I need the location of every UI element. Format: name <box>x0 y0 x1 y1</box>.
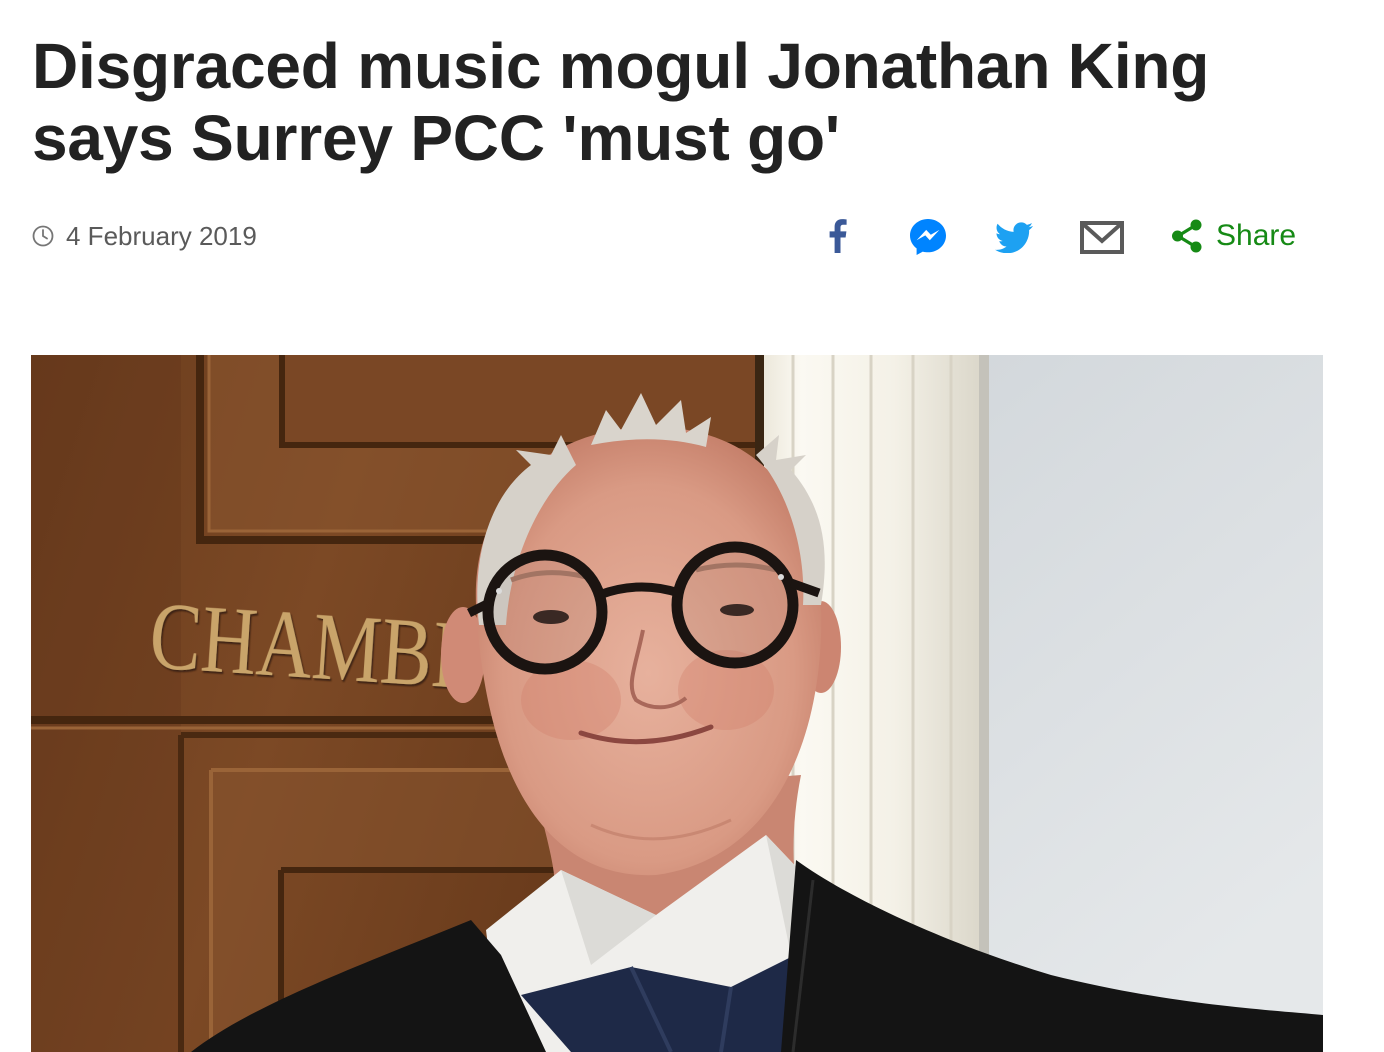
clock-icon <box>32 225 54 247</box>
messenger-icon <box>910 219 946 255</box>
share-icon-node <box>1172 230 1183 242</box>
right-lens <box>671 541 799 669</box>
share-messenger-button[interactable] <box>909 218 947 256</box>
headline: Disgraced music mogul Jonathan King says… <box>32 30 1210 174</box>
share-icon-node <box>1190 219 1202 231</box>
share-twitter-button[interactable] <box>995 221 1033 253</box>
email-icon <box>1080 221 1124 254</box>
facebook-icon <box>829 219 847 253</box>
share-icon-node <box>1190 241 1202 253</box>
wall-surface <box>987 355 1323 1052</box>
door-sign-text: CHAMBE <box>147 581 483 710</box>
share-icon <box>1172 219 1202 253</box>
article-photo: CHAMBE <box>31 355 1323 1052</box>
wall <box>979 355 1323 1052</box>
share-label: Share <box>1216 219 1297 252</box>
envelope-flap <box>1081 222 1123 244</box>
glasses-rivet <box>778 574 784 580</box>
left-lens <box>482 549 608 675</box>
photo-canvas: CHAMBE <box>31 355 1323 1052</box>
share-email-button[interactable] <box>1080 221 1124 254</box>
twitter-icon <box>995 222 1033 253</box>
publish-date: 4 February 2019 <box>66 221 257 251</box>
facebook-glyph <box>829 219 847 253</box>
clock-hands <box>42 229 48 240</box>
twitter-bird <box>995 222 1033 253</box>
door-stile <box>31 355 181 1052</box>
glasses-rivet <box>496 588 502 594</box>
share-facebook-button[interactable] <box>826 219 848 253</box>
share-button[interactable]: Share <box>1170 216 1296 256</box>
wall-corner-shadow <box>979 355 989 1052</box>
